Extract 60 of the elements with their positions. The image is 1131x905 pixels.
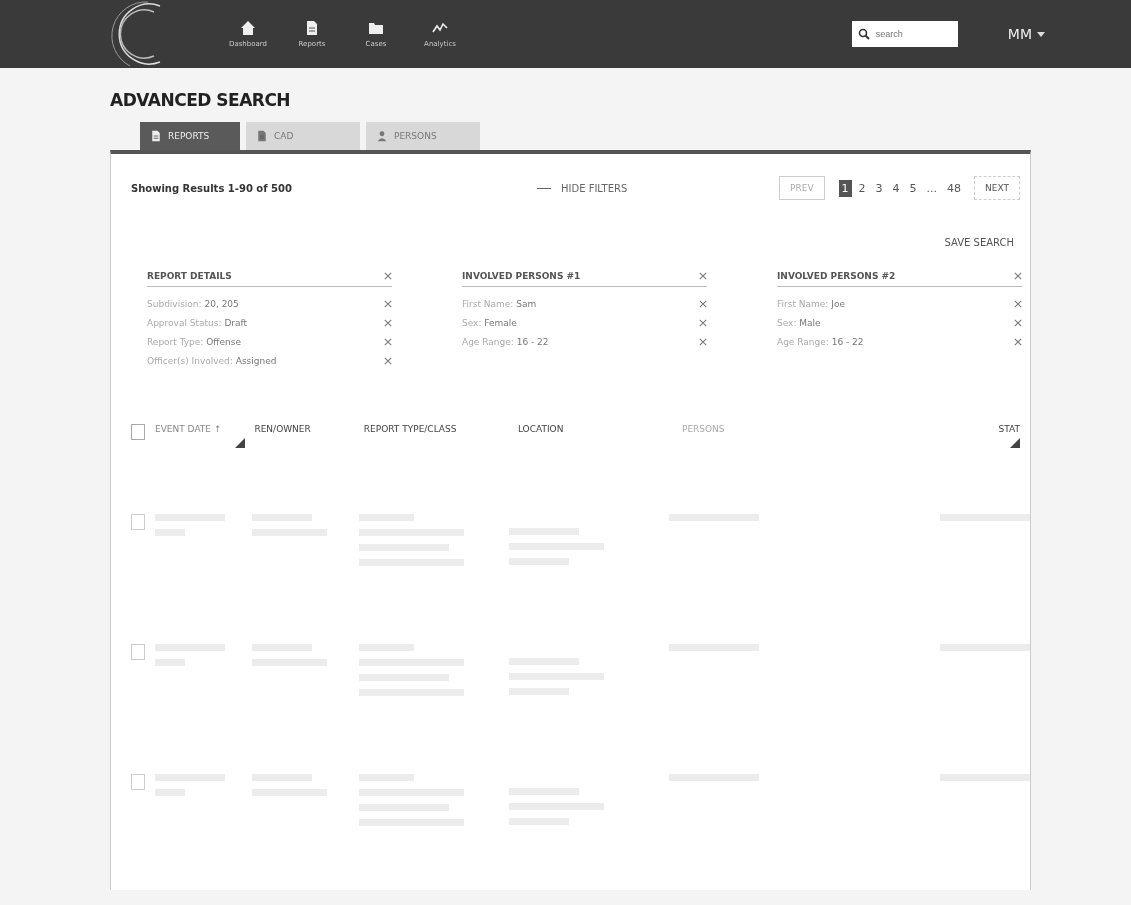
column-header[interactable]: REN/OWNER	[254, 424, 364, 434]
resize-handle-icon[interactable]	[235, 438, 245, 448]
close-icon[interactable]	[384, 299, 392, 308]
filter-item: Age Range: 16 - 22	[777, 336, 864, 347]
close-icon[interactable]	[1014, 272, 1022, 280]
tab[interactable]: REPORTS	[140, 122, 240, 150]
document-icon	[150, 130, 162, 142]
user-menu[interactable]: MM	[1001, 25, 1051, 43]
person-icon	[376, 130, 388, 142]
close-icon[interactable]	[384, 318, 392, 327]
close-icon[interactable]	[699, 272, 707, 280]
page-title: ADVANCED SEARCH	[110, 90, 292, 110]
close-icon[interactable]	[1014, 318, 1022, 327]
filter-item: First Name: Sam	[462, 298, 537, 309]
row-checkbox[interactable]	[131, 644, 145, 660]
filter-item: Sex: Male	[777, 317, 821, 328]
next-button[interactable]: NEXT	[974, 176, 1020, 200]
filter-item: First Name: Joe	[777, 298, 845, 309]
document-icon	[304, 20, 320, 36]
filter-item: Sex: Female	[462, 317, 517, 328]
row-checkbox[interactable]	[131, 514, 145, 530]
column-header[interactable]: EVENT DATE ↑	[155, 424, 255, 434]
page-link[interactable]: 1	[838, 179, 852, 197]
close-icon[interactable]	[384, 337, 392, 346]
filter-group-title: REPORT DETAILS	[147, 271, 232, 281]
search-icon	[857, 28, 870, 40]
page-link[interactable]: 4	[889, 179, 903, 197]
select-all-checkbox[interactable]	[131, 424, 145, 440]
close-icon[interactable]	[699, 299, 707, 308]
close-icon[interactable]	[699, 318, 707, 327]
resize-handle-icon[interactable]	[1010, 438, 1020, 448]
filter-item: Subdivision: 20, 205	[147, 298, 239, 309]
save-search-link[interactable]: SAVE SEARCH	[938, 236, 1020, 249]
filter-item: Officer(s) Involved: Assigned	[147, 355, 277, 366]
filter-item: Report Type: Offense	[147, 336, 242, 347]
column-header[interactable]: REPORT TYPE/CLASS	[363, 424, 518, 434]
page-link[interactable]: 3	[872, 179, 886, 197]
filter-group-title: INVOLVED PERSONS #1	[462, 271, 581, 281]
page-link[interactable]: ...	[923, 179, 941, 197]
results-count: Showing Results 1-90 of 500	[131, 182, 293, 194]
house-icon	[240, 20, 256, 36]
filter-item: Approval Status: Draft	[147, 317, 248, 328]
document-icon	[256, 130, 268, 142]
column-header[interactable]: STAT	[998, 424, 1020, 434]
column-header[interactable]: LOCATION	[517, 424, 682, 434]
filter-group-title: INVOLVED PERSONS #2	[777, 271, 896, 281]
close-icon[interactable]	[1014, 299, 1022, 308]
page-link[interactable]: 5	[906, 179, 920, 197]
row-checkbox[interactable]	[131, 774, 145, 790]
close-icon[interactable]	[1014, 337, 1022, 346]
close-icon[interactable]	[384, 356, 392, 365]
close-icon[interactable]	[699, 337, 707, 346]
page-link[interactable]: 2	[855, 179, 869, 197]
hide-filters-button[interactable]: HIDE FILTERS	[531, 181, 634, 195]
close-icon[interactable]	[384, 272, 392, 280]
caret-icon	[1037, 31, 1045, 37]
folder-icon	[368, 20, 384, 36]
search-field[interactable]: search	[851, 21, 958, 47]
filter-item: Age Range: 16 - 22	[462, 336, 549, 347]
page-link[interactable]: 48	[944, 179, 965, 197]
